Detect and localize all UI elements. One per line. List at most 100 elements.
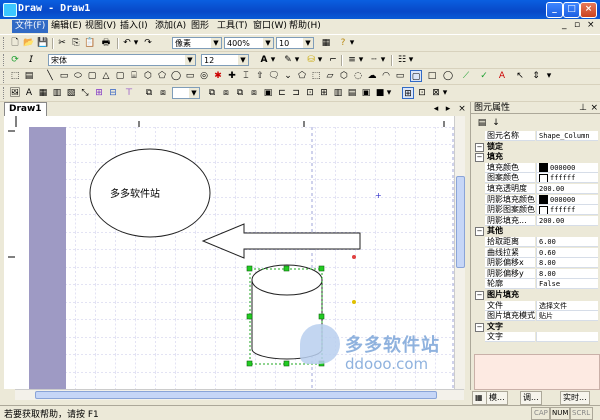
pin-icon[interactable]: ⊥	[579, 102, 587, 114]
property-value[interactable]	[536, 332, 598, 343]
property-value[interactable]: ffffff	[536, 205, 598, 216]
menu-view[interactable]: 视图(V)	[82, 20, 119, 33]
chevron-down-icon[interactable]: ▾	[133, 37, 139, 49]
ring-tool-icon[interactable]: ◎	[198, 70, 210, 82]
copy-icon[interactable]: ⎘	[70, 37, 82, 49]
property-value[interactable]: 8.00	[536, 268, 598, 279]
close-button[interactable]: ×	[580, 2, 597, 18]
menu-edit[interactable]: 编辑(E)	[48, 20, 85, 33]
property-row[interactable]: 填充颜色 000000	[474, 162, 598, 173]
sort-alpha-icon[interactable]: ↓	[490, 117, 502, 129]
property-value[interactable]: Shape_Column	[536, 131, 598, 141]
text-insert-icon[interactable]: A	[23, 87, 35, 99]
hexagon-alt-tool-icon[interactable]: ⬡	[338, 70, 350, 82]
property-value[interactable]: 200.00	[536, 215, 598, 226]
chevron-down-icon[interactable]: ▾	[386, 87, 392, 99]
property-row[interactable]: 图元名称 Shape_Column	[474, 131, 598, 141]
menu-window[interactable]: 窗口(W)	[250, 20, 290, 33]
property-row[interactable]: 阴影填充... 200.00	[474, 215, 598, 226]
callout-oval-tool-icon[interactable]: ◌	[352, 70, 364, 82]
undo-icon[interactable]: ↶	[121, 37, 133, 49]
bracket-tool-icon[interactable]: ⌶	[240, 70, 252, 82]
property-row[interactable]: 轮廓 False	[474, 279, 598, 290]
node-edit-tool-icon[interactable]: ⇕	[530, 70, 542, 82]
circle-tool-icon[interactable]: ◯	[170, 70, 182, 82]
send-backward-icon[interactable]: ▣	[262, 87, 274, 99]
property-value[interactable]: 选择文件	[536, 300, 598, 311]
property-row[interactable]: 文字	[474, 332, 598, 343]
group-icon[interactable]: ⊞	[93, 87, 105, 99]
property-category[interactable]: − 锁定	[474, 141, 598, 152]
pentagon-tool-icon[interactable]: ⬠	[156, 70, 168, 82]
property-row[interactable]: 曲线拉紧 0.60	[474, 247, 598, 258]
property-row[interactable]: 文件 选择文件	[474, 300, 598, 311]
menu-file[interactable]: 文件(F)	[12, 20, 49, 33]
property-row[interactable]: 图案颜色 ffffff	[474, 173, 598, 184]
format-brush-icon[interactable]: ⌐	[327, 54, 339, 66]
pointer-tool-icon[interactable]: ↖	[514, 70, 526, 82]
triangle-tool-icon[interactable]: △	[100, 70, 112, 82]
menu-shape[interactable]: 图形	[188, 20, 212, 33]
lock-shape-icon[interactable]: ■	[374, 87, 386, 99]
bring-front-icon[interactable]: ⧈	[248, 87, 260, 99]
cross-tool-icon[interactable]: ✚	[226, 70, 238, 82]
property-row[interactable]: 阴影偏移x 8.00	[474, 258, 598, 269]
property-value[interactable]: 200.00	[536, 184, 598, 194]
print-icon[interactable]: 🖶	[100, 37, 112, 49]
snap-grid-icon[interactable]: ⊞	[402, 87, 414, 99]
align-center-icon[interactable]: ⊡	[304, 87, 316, 99]
property-category[interactable]: − 文字	[474, 321, 598, 332]
new-icon[interactable]: 🗋	[9, 37, 21, 49]
flip-icon[interactable]: ⧉	[206, 87, 218, 99]
minimize-button[interactable]: _	[546, 2, 563, 18]
menu-tools[interactable]: 工具(T)	[214, 20, 251, 33]
close-icon[interactable]: ×	[590, 102, 598, 114]
redo-icon[interactable]: ↷	[142, 37, 154, 49]
image-icon[interactable]: 🖼	[9, 87, 21, 99]
chevron-down-icon[interactable]: ▾	[317, 54, 323, 66]
rounded-rect-tool-icon[interactable]: ▢	[86, 70, 98, 82]
pentagon-arrow-tool-icon[interactable]: ⬠	[296, 70, 308, 82]
bubble-tool-icon[interactable]: 🗨	[268, 70, 280, 82]
mdi-close-button[interactable]: ×	[587, 20, 595, 30]
distribute-icon[interactable]: ⊞	[318, 87, 330, 99]
tab-scroll-left-icon[interactable]: ◂	[430, 103, 442, 115]
same-size-icon[interactable]: ▥	[332, 87, 344, 99]
zoom-select[interactable]: 400% ▼	[224, 37, 274, 49]
align-icon[interactable]: ☷	[396, 54, 408, 66]
horizontal-scrollbar[interactable]	[15, 389, 464, 400]
grid-icon[interactable]: ▦	[320, 37, 332, 49]
property-value[interactable]: 贴片	[536, 311, 598, 322]
toolbar-grip[interactable]	[3, 54, 6, 66]
property-row[interactable]: 阴影填充颜色 000000	[474, 194, 598, 205]
chevron-down-icon[interactable]: ▾	[358, 54, 364, 66]
property-value[interactable]: 6.00	[536, 237, 598, 247]
toolbar-grip[interactable]	[3, 87, 6, 99]
barcode-icon[interactable]: ▥	[51, 87, 63, 99]
chevron-down-icon[interactable]: ▾	[349, 37, 355, 49]
property-row[interactable]: 阴影偏移y 8.00	[474, 268, 598, 279]
table-icon[interactable]: ▦	[37, 87, 49, 99]
order-icon[interactable]: ⧉	[143, 87, 155, 99]
mdi-restore-button[interactable]: ▫	[574, 20, 580, 30]
rectangle-tool-icon[interactable]: ▭	[58, 70, 70, 82]
align-left-icon[interactable]: ⊏	[276, 87, 288, 99]
maximize-button[interactable]: □	[563, 2, 580, 18]
collapse-icon[interactable]: −	[475, 291, 484, 300]
wave-tool-icon[interactable]: ◠	[380, 70, 392, 82]
arrange-select[interactable]: ▼	[172, 87, 200, 99]
hexagon-tool-icon[interactable]: ⬡	[142, 70, 154, 82]
cylinder-tool-icon[interactable]: ⌸	[128, 70, 140, 82]
same-width-icon[interactable]: ▤	[346, 87, 358, 99]
toolbar-grip[interactable]	[3, 37, 6, 49]
menu-insert[interactable]: 插入(I)	[117, 20, 151, 33]
collapse-icon[interactable]: −	[475, 153, 484, 163]
rotate-icon[interactable]: ⧈	[220, 87, 232, 99]
mdi-minimize-button[interactable]: _	[562, 20, 567, 30]
open-icon[interactable]: 📂	[23, 37, 35, 49]
collapse-icon[interactable]: −	[475, 322, 484, 332]
chart-icon[interactable]: ▧	[65, 87, 77, 99]
chevron-down-icon[interactable]: ▾	[270, 54, 276, 66]
tab-scroll-right-icon[interactable]: ▸	[442, 103, 454, 115]
vertical-scrollbar[interactable]	[454, 116, 465, 389]
